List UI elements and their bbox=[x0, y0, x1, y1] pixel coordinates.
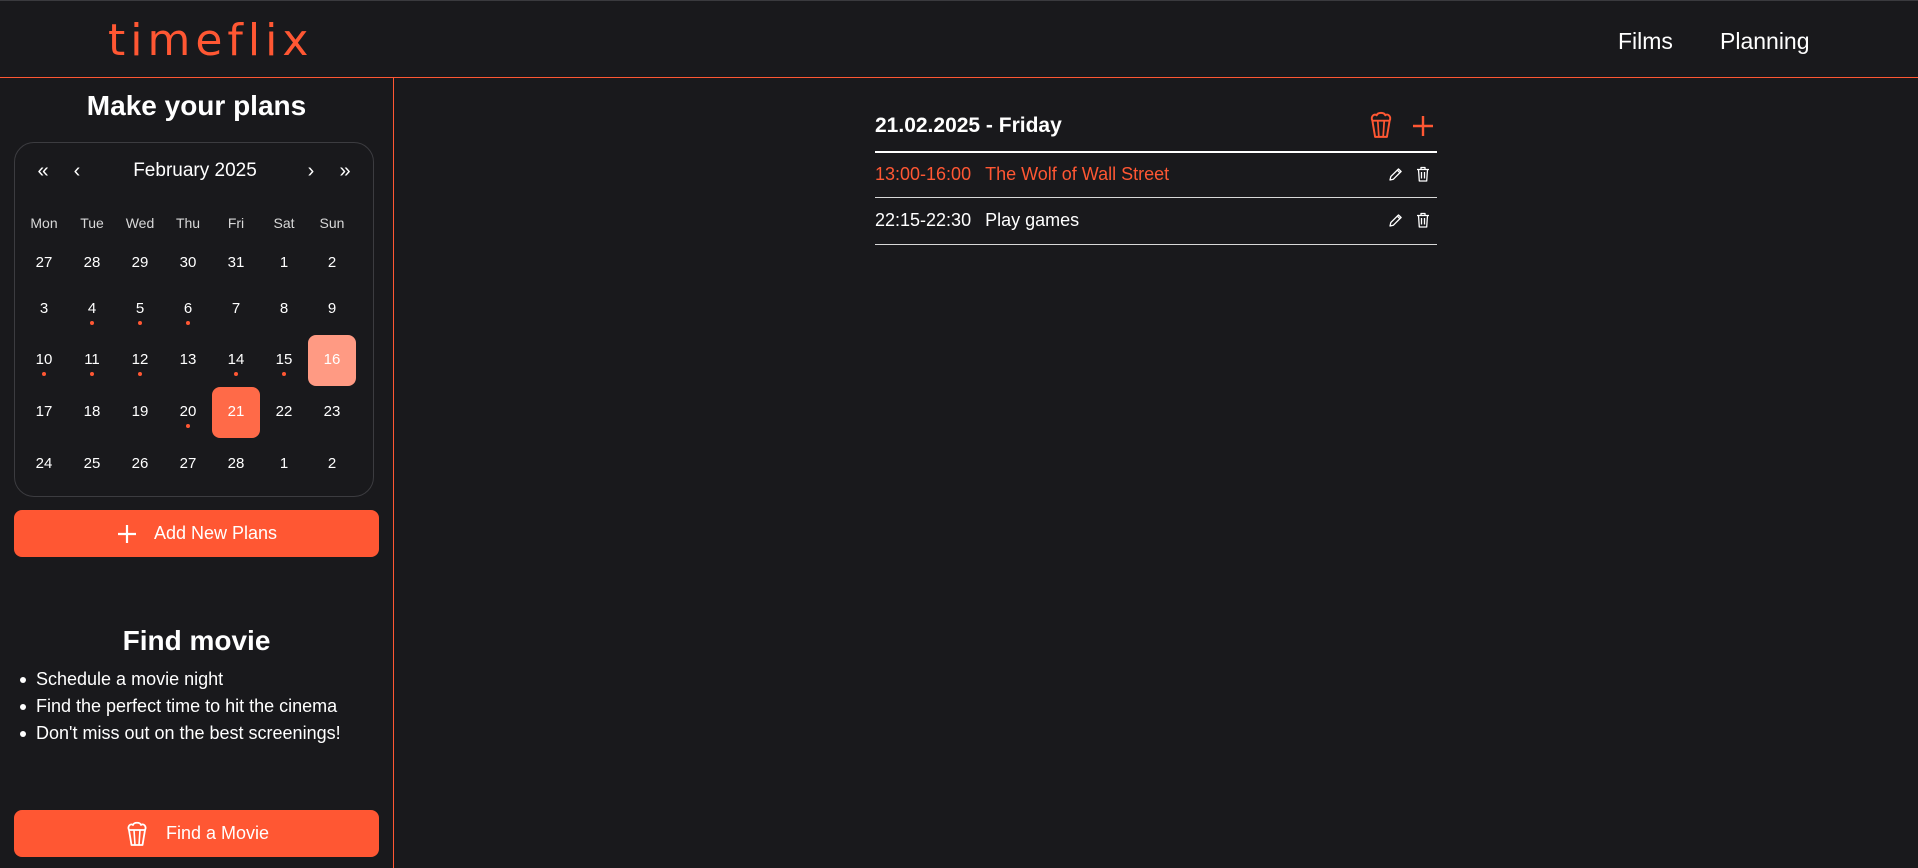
find-movie-title: Find movie bbox=[122, 625, 271, 656]
calendar-day[interactable]: 26 bbox=[116, 439, 164, 490]
calendar-day[interactable]: 21 bbox=[212, 387, 260, 438]
calendar-day[interactable]: 4 bbox=[68, 284, 116, 335]
planner-main: 21.02.2025 - Friday 13:00-16:00 The Wolf … bbox=[395, 78, 1918, 868]
calendar-day[interactable]: 20 bbox=[164, 387, 212, 438]
plan-indicator-dot bbox=[138, 372, 142, 376]
find-a-movie-label: Find a Movie bbox=[165, 823, 270, 843]
plan-indicator-dot bbox=[282, 372, 286, 376]
plan-indicator-dot bbox=[186, 424, 190, 428]
plan-title[interactable]: The Wolf of Wall Street bbox=[985, 164, 1169, 185]
weekday-label: Wed bbox=[125, 215, 155, 231]
calendar-day[interactable]: 31 bbox=[212, 238, 260, 289]
calendar-day[interactable]: 3 bbox=[20, 284, 68, 335]
calendar-day[interactable]: 13 bbox=[164, 335, 212, 386]
calendar-day[interactable]: 24 bbox=[20, 439, 68, 490]
calendar-day[interactable]: 14 bbox=[212, 335, 260, 386]
calendar-day[interactable]: 19 bbox=[116, 387, 164, 438]
calendar-day[interactable]: 18 bbox=[68, 387, 116, 438]
plan-row: 22:15-22:30 Play games bbox=[875, 205, 1437, 235]
nav-films[interactable]: Films bbox=[1618, 27, 1673, 55]
calendar-day[interactable]: 27 bbox=[164, 439, 212, 490]
calendar-day[interactable]: 22 bbox=[260, 387, 308, 438]
calendar-day[interactable]: 1 bbox=[260, 439, 308, 490]
calendar-day[interactable]: 23 bbox=[308, 387, 356, 438]
calendar-day[interactable]: 28 bbox=[68, 238, 116, 289]
calendar-day[interactable]: 6 bbox=[164, 284, 212, 335]
weekday-label: Fri bbox=[227, 215, 245, 231]
calendar-day[interactable]: 12 bbox=[116, 335, 164, 386]
plan-title: Play games bbox=[985, 209, 1080, 230]
prev-year-button[interactable]: « bbox=[31, 159, 55, 183]
feature-item: Don't miss out on the best screenings! bbox=[18, 720, 357, 747]
plan-indicator-dot bbox=[90, 321, 94, 325]
calendar-day[interactable]: 15 bbox=[260, 335, 308, 386]
popcorn-icon[interactable] bbox=[1367, 111, 1395, 139]
calendar-day[interactable]: 7 bbox=[212, 284, 260, 335]
next-month-button[interactable]: › bbox=[299, 159, 323, 183]
calendar-day[interactable]: 11 bbox=[68, 335, 116, 386]
plan-time: 22:15-22:30 bbox=[875, 209, 972, 230]
calendar-day[interactable]: 5 bbox=[116, 284, 164, 335]
weekday-label: Sat bbox=[273, 215, 295, 231]
calendar-day[interactable]: 30 bbox=[164, 238, 212, 289]
add-plan-plus-icon[interactable] bbox=[1410, 113, 1436, 139]
sidebar: Make your plans « ‹ February 2025 › » Mo… bbox=[0, 78, 394, 868]
calendar-month-label[interactable]: February 2025 bbox=[95, 159, 295, 183]
plan-indicator-dot bbox=[90, 372, 94, 376]
calendar-day[interactable]: 25 bbox=[68, 439, 116, 490]
weekday-label: Sun bbox=[319, 215, 345, 231]
add-new-plans-button[interactable]: Add New Plans bbox=[14, 510, 379, 557]
feature-item: Find the perfect time to hit the cinema bbox=[18, 693, 357, 720]
plan-indicator-dot bbox=[138, 321, 142, 325]
weekday-label: Thu bbox=[175, 215, 201, 231]
weekday-label: Mon bbox=[30, 215, 58, 231]
weekday-label: Tue bbox=[80, 215, 104, 231]
plan-header-divider bbox=[875, 151, 1437, 153]
calendar-day[interactable]: 17 bbox=[20, 387, 68, 438]
next-year-button[interactable]: » bbox=[333, 159, 357, 183]
plan-indicator-dot bbox=[186, 321, 190, 325]
calendar-day[interactable]: 8 bbox=[260, 284, 308, 335]
plan-row-divider bbox=[875, 197, 1437, 198]
plan-indicator-dot bbox=[234, 372, 238, 376]
plan-row-divider bbox=[875, 244, 1437, 245]
timeflix-logo[interactable]: timeflix bbox=[108, 19, 313, 63]
prev-month-button[interactable]: ‹ bbox=[65, 159, 89, 183]
calendar-day[interactable]: 9 bbox=[308, 284, 356, 335]
calendar-day[interactable]: 10 bbox=[20, 335, 68, 386]
calendar-day[interactable]: 2 bbox=[308, 439, 356, 490]
plan-indicator-dot bbox=[42, 372, 46, 376]
popcorn-icon bbox=[124, 821, 150, 847]
calendar: « ‹ February 2025 › » Mon Tue Wed Thu Fri Sat… bbox=[14, 142, 374, 497]
top-header: timeflix Films Planning bbox=[0, 0, 1918, 78]
calendar-day[interactable]: 1 bbox=[260, 238, 308, 289]
calendar-day[interactable]: 16 bbox=[308, 335, 356, 386]
plan-date-heading: 21.02.2025 - Friday bbox=[875, 114, 1062, 137]
plans-title: Make your plans bbox=[86, 90, 307, 121]
plus-icon bbox=[116, 523, 138, 545]
delete-trash-icon[interactable] bbox=[1414, 211, 1432, 229]
calendar-day[interactable]: 29 bbox=[116, 238, 164, 289]
add-new-plans-label: Add New Plans bbox=[153, 523, 278, 543]
nav-planning[interactable]: Planning bbox=[1720, 27, 1810, 55]
delete-trash-icon[interactable] bbox=[1414, 165, 1432, 183]
calendar-day[interactable]: 2 bbox=[308, 238, 356, 289]
calendar-day[interactable]: 27 bbox=[20, 238, 68, 289]
find-a-movie-button[interactable]: Find a Movie bbox=[14, 810, 379, 857]
plan-row: 13:00-16:00 The Wolf of Wall Street bbox=[875, 159, 1437, 189]
feature-list: Schedule a movie night Find the perfect … bbox=[18, 666, 357, 747]
calendar-day[interactable]: 28 bbox=[212, 439, 260, 490]
feature-item: Schedule a movie night bbox=[18, 666, 357, 693]
edit-pencil-icon[interactable] bbox=[1387, 212, 1404, 229]
plan-time: 13:00-16:00 bbox=[875, 163, 972, 184]
edit-pencil-icon[interactable] bbox=[1387, 166, 1404, 183]
